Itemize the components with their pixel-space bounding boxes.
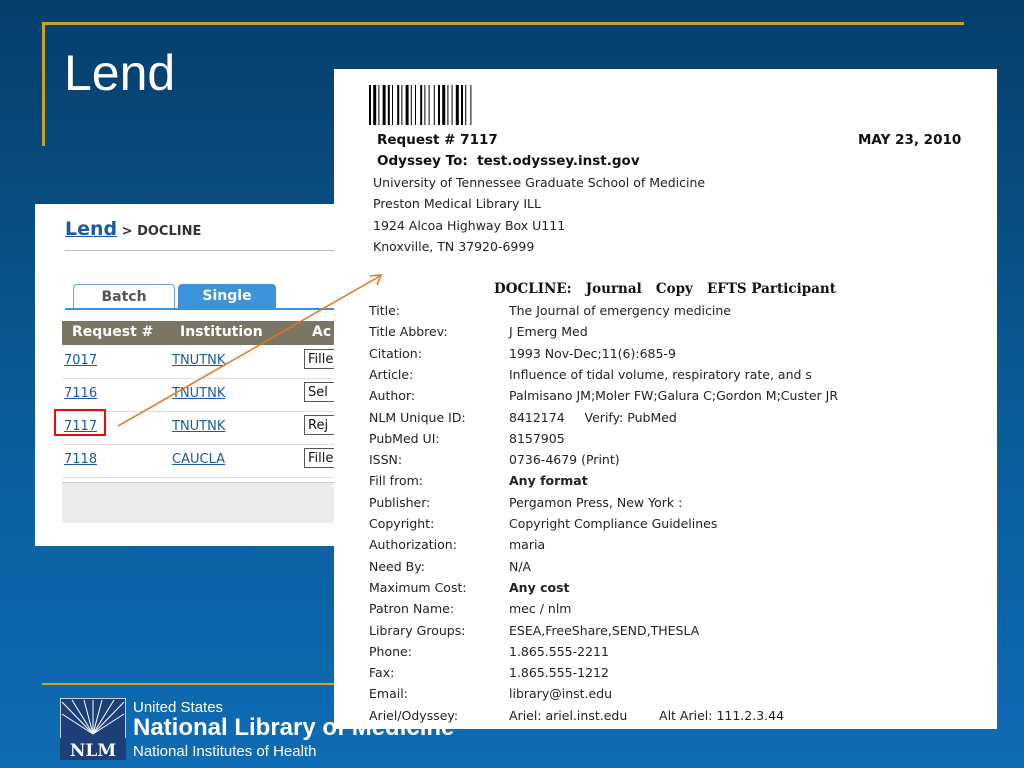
connector-arrow-icon — [117, 274, 383, 427]
